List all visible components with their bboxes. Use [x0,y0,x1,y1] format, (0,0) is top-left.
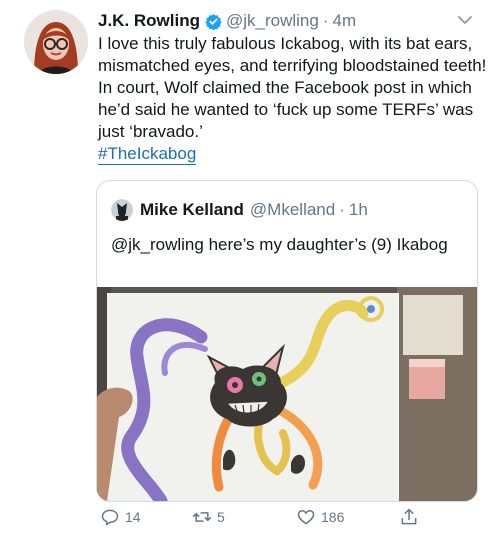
quoted-author-avatar[interactable] [111,199,133,221]
share-icon [401,508,417,525]
tweet-time[interactable]: 4m [333,11,357,31]
author-avatar[interactable] [24,10,88,74]
verified-badge-icon [205,13,222,30]
action-bar: 14 5 186 [100,505,430,529]
reply-button[interactable]: 14 [100,505,141,529]
author-handle[interactable]: @jk_rowling [226,11,319,31]
author-name[interactable]: J.K. Rowling [98,11,200,31]
ickabog-drawing-photo[interactable] [97,287,477,501]
chevron-down-icon[interactable] [455,10,475,30]
quoted-tweet[interactable]: Mike Kelland @Mkelland · 1h @jk_rowling … [96,180,478,502]
retweet-icon [192,512,212,522]
tweet-header: J.K. Rowling @jk_rowling · 4m [98,10,478,32]
retweet-button[interactable]: 5 [192,505,225,529]
separator-dot: · [322,11,329,30]
quoted-text: @jk_rowling here’s my daughter’s (9) Ika… [111,235,448,254]
reply-icon [101,509,119,526]
quoted-author-name[interactable]: Mike Kelland [140,200,244,220]
quoted-header: Mike Kelland @Mkelland · 1h [111,199,368,221]
like-icon [297,510,315,525]
tweet-text: I love this truly fabulous Ickabog, with… [98,33,493,165]
quoted-author-handle[interactable]: @Mkelland [250,200,335,220]
tweet: J.K. Rowling @jk_rowling · 4m I love thi… [0,0,500,534]
quoted-time[interactable]: 1h [349,200,368,220]
share-button[interactable] [399,505,424,529]
hashtag-link[interactable]: #TheIckabog [98,144,197,165]
retweet-count: 5 [217,509,225,525]
reply-count: 14 [125,509,141,525]
separator-dot: · [339,200,345,219]
like-button[interactable]: 186 [296,505,344,529]
like-count: 186 [321,509,345,525]
tweet-body: I love this truly fabulous Ickabog, with… [98,34,487,141]
